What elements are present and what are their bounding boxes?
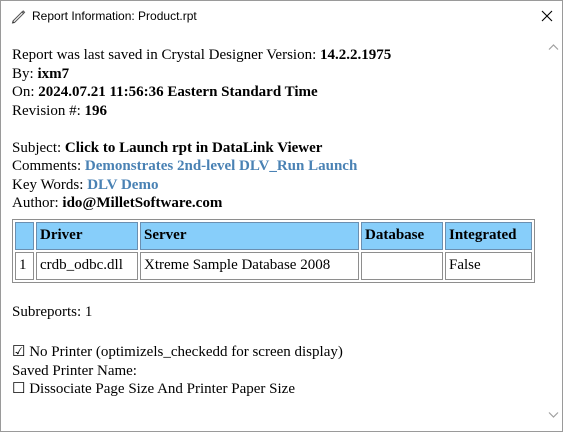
table-cell-driver: crdb_odbc.dll <box>36 251 138 280</box>
window-title: Report Information: Product.rpt <box>32 9 197 23</box>
on-value: 2024.07.21 11:56:36 Eastern Standard Tim… <box>38 84 318 100</box>
scroll-down-arrow-icon[interactable] <box>548 411 559 419</box>
table-cell-server: Xtreme Sample Database 2008 <box>140 251 359 280</box>
keywords-line: Key Words: DLV Demo <box>12 176 542 195</box>
comments-value: Demonstrates 2nd-level DLV_Run Launch <box>84 158 358 174</box>
comments-line: Comments: Demonstrates 2nd-level DLV_Run… <box>12 157 542 176</box>
saved-printer-name-text: Saved Printer Name: <box>12 362 137 379</box>
scroll-up-arrow-icon[interactable] <box>548 43 559 51</box>
author-value: ido@MilletSoftware.com <box>62 195 223 211</box>
subject-value: Click to Launch rpt in DataLink Viewer <box>64 139 323 156</box>
table-cell-integrated: False <box>445 251 532 280</box>
table-header-row: Driver Server Database Integrated <box>15 221 532 250</box>
table-header-server: Server <box>140 221 359 250</box>
table-header-driver: Driver <box>36 221 138 250</box>
report-info-window: Report Information: Product.rpt Report w… <box>0 0 563 432</box>
subject-label: Subject: <box>12 139 65 156</box>
report-info-content: Report was last saved in Crystal Designe… <box>1 31 546 431</box>
subject-line: Subject: Click to Launch rpt in DataLink… <box>12 139 542 158</box>
on-line: On: 2024.07.21 11:56:36 Eastern Standard… <box>12 83 542 102</box>
subreports-text: Subreports: 1 <box>12 303 93 320</box>
table-header-index <box>15 221 34 250</box>
revision-line: Revision #: 196 <box>12 102 542 121</box>
by-value: ixm7 <box>37 65 70 82</box>
revision-label: Revision #: <box>12 102 85 119</box>
saved-version-line: Report was last saved in Crystal Designe… <box>12 46 542 65</box>
table-header-integrated: Integrated <box>445 221 532 250</box>
author-label: Author: <box>12 195 63 211</box>
vertical-scrollbar[interactable] <box>545 31 562 431</box>
database-table: Driver Server Database Integrated 1 crdb… <box>12 218 535 283</box>
revision-value: 196 <box>84 102 108 119</box>
no-printer-text: ☑ No Printer (optimizels_checkedd for sc… <box>12 344 343 360</box>
table-cell-index: 1 <box>15 251 34 280</box>
author-line: Author: ido@MilletSoftware.com <box>12 194 542 213</box>
by-line: By: ixm7 <box>12 65 542 84</box>
table-header-database: Database <box>361 221 443 250</box>
saved-version-label: Report was last saved in Crystal Designe… <box>12 47 321 63</box>
close-button[interactable] <box>532 1 562 31</box>
report-edit-icon <box>10 8 26 24</box>
keywords-value: DLV Demo <box>87 176 159 193</box>
table-row: 1 crdb_odbc.dll Xtreme Sample Database 2… <box>15 251 532 280</box>
dissociate-text: ☐ Dissociate Page Size And Printer Paper… <box>12 381 295 397</box>
version-value: 14.2.2.1975 <box>320 47 392 63</box>
table-cell-database <box>361 251 443 280</box>
close-icon[interactable] <box>541 10 553 22</box>
on-label: On: <box>12 84 39 100</box>
keywords-label: Key Words: <box>12 176 88 193</box>
by-label: By: <box>12 65 38 82</box>
title-bar: Report Information: Product.rpt <box>1 1 562 31</box>
comments-label: Comments: <box>12 158 85 174</box>
